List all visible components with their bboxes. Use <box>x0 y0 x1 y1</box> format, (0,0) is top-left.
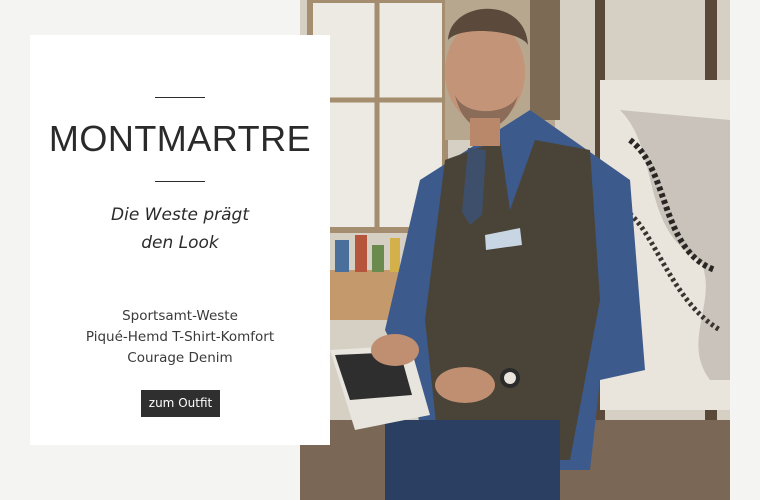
man-in-studio-image <box>300 0 730 500</box>
divider-bottom <box>155 181 205 182</box>
tagline-line-2: den Look <box>141 233 219 253</box>
divider-top <box>155 97 205 98</box>
tagline-line-1: Die Weste prägt <box>111 205 249 225</box>
promo-tagline: Die Weste prägt den Look <box>30 201 330 257</box>
outfit-button[interactable]: zum Outfit <box>141 390 220 417</box>
promo-card: MONTMARTRE Die Weste prägt den Look Spor… <box>30 35 330 445</box>
hero-photo <box>300 0 730 500</box>
right-margin <box>730 0 760 500</box>
product-item: Sportsamt-Weste <box>122 308 238 324</box>
product-item: Piqué-Hemd T-Shirt-Komfort <box>85 329 275 345</box>
product-list: Sportsamt-Weste Piqué-Hemd T-Shirt-Komfo… <box>30 306 330 369</box>
product-item: Courage Denim <box>127 350 233 366</box>
promo-title: MONTMARTRE <box>48 118 312 159</box>
